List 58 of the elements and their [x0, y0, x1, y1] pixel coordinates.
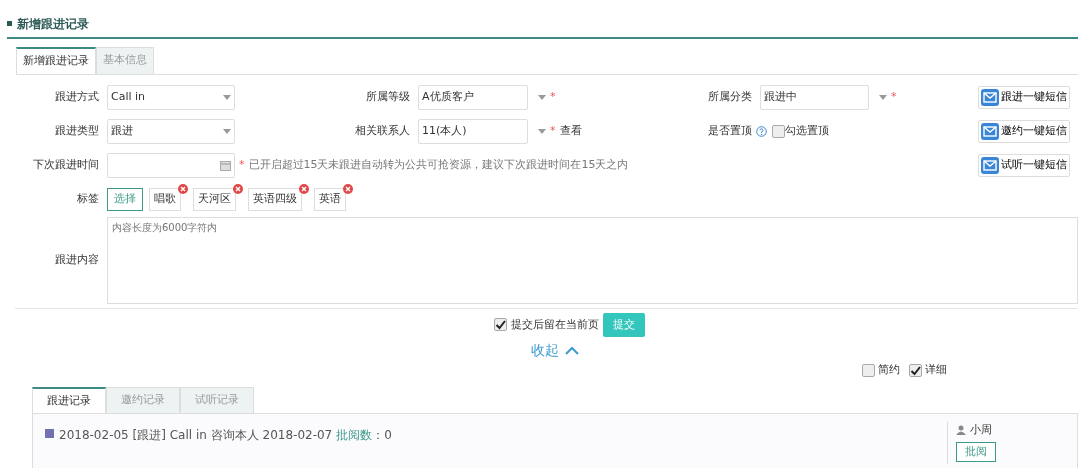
caret-icon — [538, 95, 546, 101]
hint-text: 已开启超过15天未跟进自动转为公共可抢资源，建议下次跟进时间在15天之内 — [248, 157, 629, 174]
checkbox[interactable] — [772, 125, 785, 138]
date-field[interactable] — [107, 153, 235, 178]
page-title: 新增跟进记录 — [17, 15, 89, 33]
checkbox-label: 勾选置顶 — [785, 123, 829, 140]
field-label: 标签 — [76, 191, 100, 208]
remove-icon — [343, 184, 353, 195]
checkbox[interactable] — [493, 318, 507, 332]
remove-icon — [299, 184, 309, 195]
checkbox[interactable] — [909, 363, 922, 377]
select-field[interactable]: Call in — [107, 85, 235, 110]
checkbox-label: 提交后留在当前页 — [510, 316, 599, 333]
review-count-label: 批阅数 — [336, 427, 373, 444]
checkbox-label: 详细 — [925, 362, 947, 378]
input-field[interactable]: 跟进中 — [760, 85, 869, 110]
required-mark: * — [550, 123, 556, 140]
help-icon — [756, 126, 767, 137]
field-label: 下次跟进时间 — [32, 157, 100, 174]
mail-icon — [981, 89, 999, 106]
field-label: 相关联系人 — [354, 123, 411, 140]
mail-icon — [981, 123, 999, 140]
sms-button[interactable]: 试听一键短信 — [978, 154, 1070, 177]
required-mark: * — [239, 157, 245, 174]
caret-icon — [223, 95, 231, 100]
review-count: ：0 — [372, 427, 392, 444]
required-mark: * — [891, 89, 897, 106]
record-text: 2018-02-05 [跟进] Call in 咨询本人 2018-02-07 — [59, 427, 333, 444]
calendar-icon — [220, 160, 231, 171]
input-field[interactable]: A优质客户 — [418, 85, 528, 110]
input-field[interactable]: 11(本人) — [418, 119, 528, 144]
view-link[interactable]: 查看 — [559, 123, 582, 140]
remove-icon — [233, 184, 243, 195]
user-icon — [956, 425, 966, 436]
content-field[interactable]: 内容长度为6000字符内 — [107, 216, 1078, 304]
caret-icon — [538, 129, 546, 135]
tab[interactable]: 新增跟进记录 — [16, 47, 96, 74]
sms-button[interactable]: 邀约一键短信 — [978, 120, 1070, 143]
field-label: 所属分类 — [707, 89, 753, 106]
checkbox[interactable] — [862, 363, 875, 377]
checkbox-label: 简约 — [878, 362, 900, 378]
sms-button[interactable]: 跟进一键短信 — [978, 86, 1070, 109]
field-label: 跟进类型 — [54, 123, 100, 140]
field-label: 跟进方式 — [54, 89, 100, 106]
mail-icon — [981, 157, 999, 174]
caret-icon — [879, 95, 887, 101]
field-label: 所属等级 — [365, 89, 411, 106]
review-button[interactable]: 批阅 — [956, 441, 996, 462]
field-label: 跟进内容 — [54, 251, 100, 268]
required-mark: * — [550, 89, 556, 106]
chevron-up-icon — [565, 346, 579, 355]
remove-icon — [178, 184, 188, 195]
caret-icon — [223, 129, 231, 134]
select-button[interactable]: 选择 — [107, 188, 143, 211]
select-field[interactable]: 跟进 — [107, 119, 235, 144]
user-name: 小周 — [970, 422, 992, 438]
field-label: 是否置顶 — [707, 123, 753, 140]
tab[interactable]: 跟进记录 — [32, 386, 106, 413]
